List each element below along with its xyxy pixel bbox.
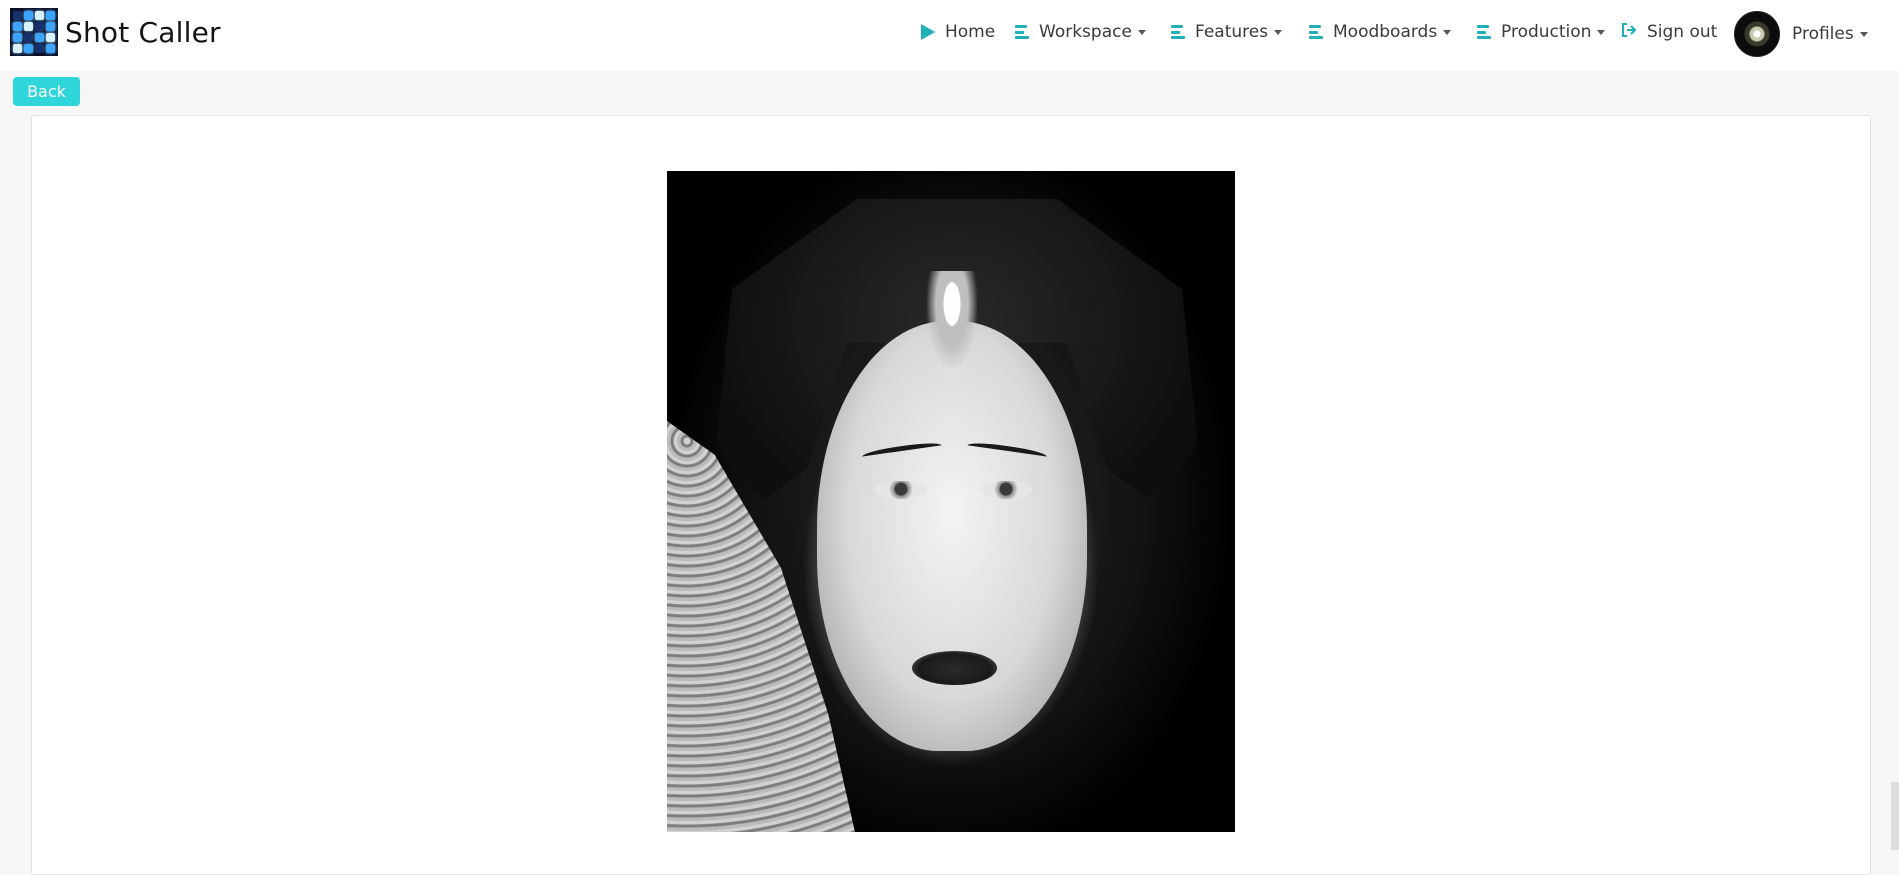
portrait-right-eye [980,481,1032,499]
portrait-jewel [922,271,982,381]
brand-link[interactable]: Shot Caller [10,8,221,56]
menu-bars-icon [1309,25,1323,39]
nav-profiles-dropdown[interactable]: Profiles [1734,11,1868,57]
caret-down-icon [1859,31,1868,37]
portrait-face [817,321,1087,751]
nav-profiles-label: Profiles [1792,24,1854,44]
portrait-lips [912,651,997,685]
portrait-left-eye [875,481,927,499]
nav-production-label: Production [1501,22,1592,42]
menu-bars-icon [1171,25,1185,39]
shot-caller-logo-icon [10,8,58,56]
nav-moodboards-dropdown[interactable]: Moodboards [1309,0,1452,64]
caret-down-icon [1274,29,1283,35]
back-button[interactable]: Back [13,77,80,106]
nav-moodboards-label: Moodboards [1333,22,1438,42]
nav-features-label: Features [1195,22,1269,42]
caret-down-icon [1597,29,1606,35]
nav-home[interactable]: Home [921,0,995,64]
nav-sign-out[interactable]: Sign out [1621,0,1717,64]
nav-workspace-dropdown[interactable]: Workspace [1015,0,1146,64]
nav-home-label: Home [945,22,996,42]
scrollbar-thumb[interactable] [1891,782,1899,850]
caret-down-icon [1443,29,1452,35]
brand-name: Shot Caller [65,15,221,49]
nav-production-dropdown[interactable]: Production [1477,0,1606,64]
portrait-image [667,171,1235,832]
play-icon [921,24,935,40]
sign-out-icon [1621,22,1637,42]
menu-bars-icon [1015,25,1029,39]
nav-features-dropdown[interactable]: Features [1171,0,1283,64]
top-navbar: Shot Caller Home Workspace Features Mood… [0,0,1899,71]
nav-workspace-label: Workspace [1039,22,1132,42]
avatar [1734,11,1780,57]
caret-down-icon [1137,29,1146,35]
menu-bars-icon [1477,25,1491,39]
nav-sign-out-label: Sign out [1647,22,1718,42]
